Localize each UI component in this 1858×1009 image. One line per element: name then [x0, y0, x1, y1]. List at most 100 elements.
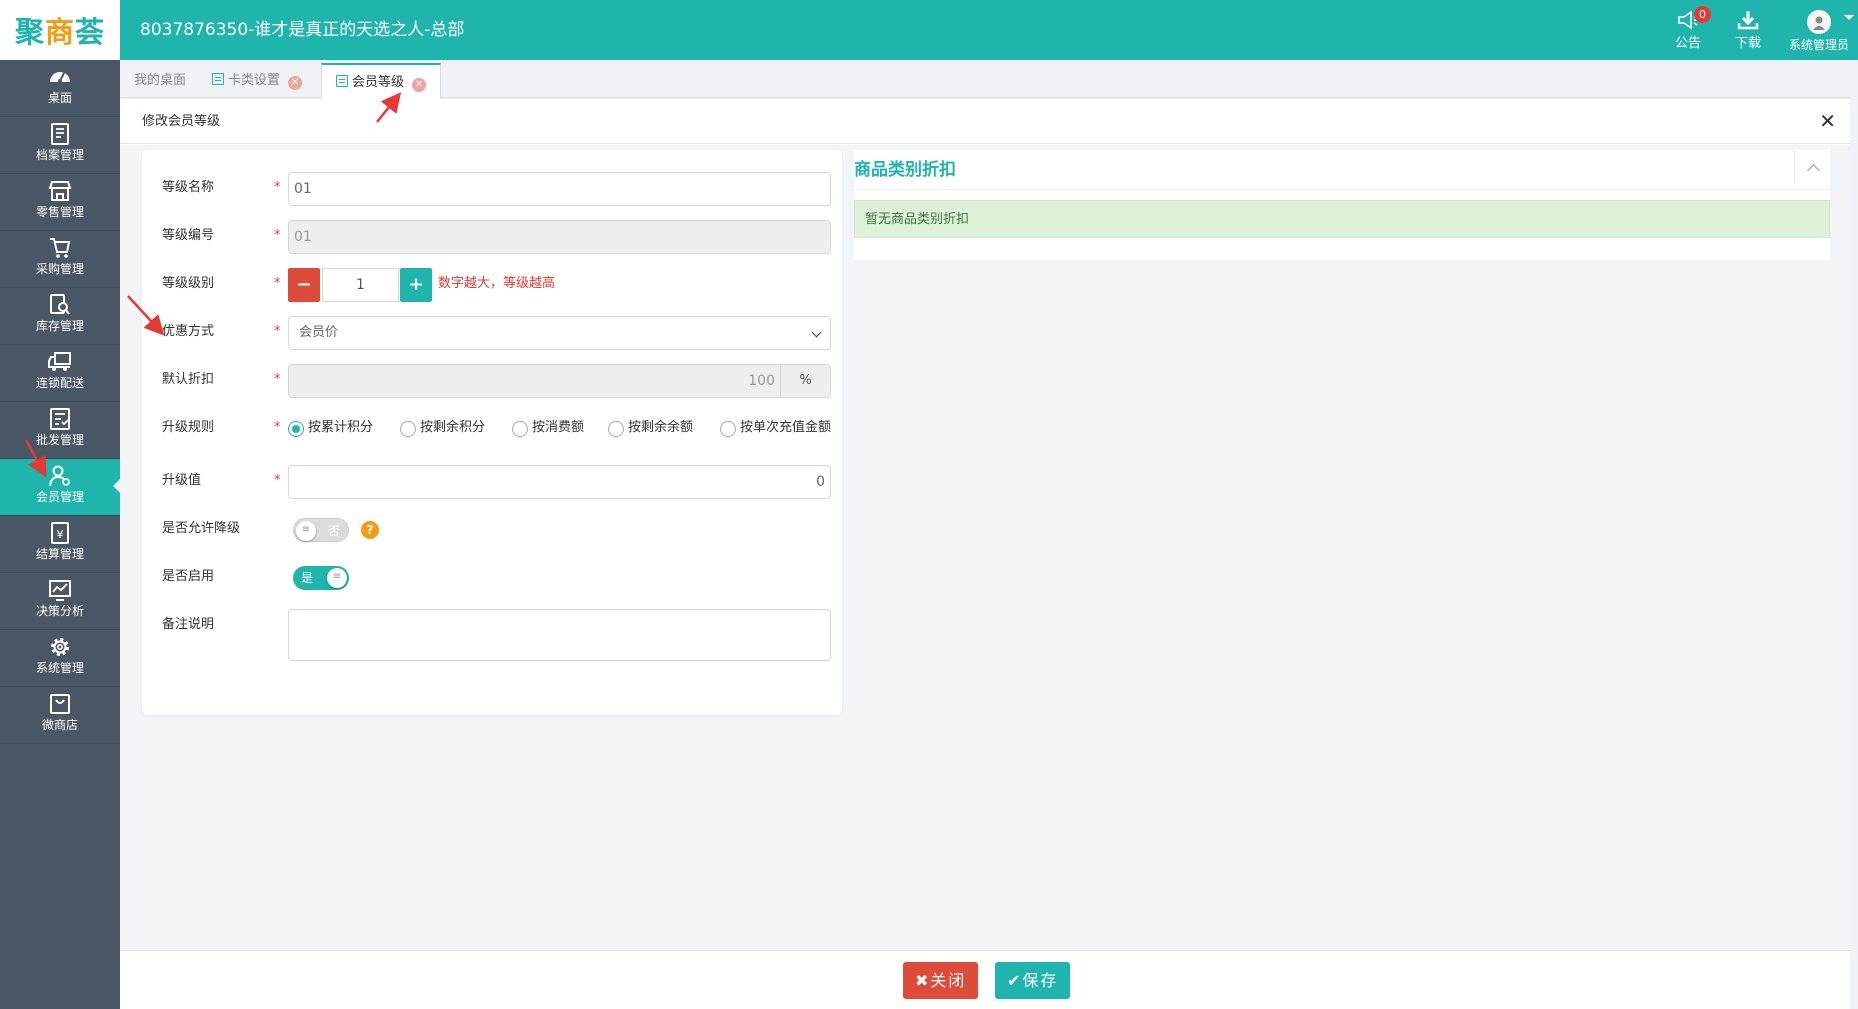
level-code-label: 等级编号: [162, 228, 215, 243]
list-icon: [336, 75, 348, 87]
close-icon[interactable]: ✕: [1819, 99, 1836, 144]
sidebar-item-system[interactable]: 系统管理: [0, 630, 120, 687]
shop-bag-icon: [50, 694, 70, 714]
sidebar-item-label: 零售管理: [35, 205, 84, 219]
sidebar-item-label: 微商店: [41, 718, 78, 732]
decrement-button[interactable]: −: [288, 268, 320, 302]
close-icon[interactable]: ✕: [412, 78, 427, 92]
row-remark: 备注说明: [142, 607, 842, 661]
row-level-name: 等级名称 * 01: [142, 170, 842, 206]
svg-text:¥: ¥: [57, 528, 64, 541]
chevron-up-icon[interactable]: [1794, 150, 1830, 184]
row-level-code: 等级编号 * 01: [142, 218, 842, 254]
sidebar-item-purchase[interactable]: 采购管理: [0, 231, 120, 288]
panel-title: 修改会员等级: [142, 114, 221, 129]
required-mark: *: [274, 420, 281, 435]
level-rank-label: 等级级别: [162, 276, 215, 291]
category-discount-title: 商品类别折扣: [854, 160, 956, 180]
archive-icon: [51, 123, 69, 145]
allow-downgrade-toggle[interactable]: ≡ 否: [293, 518, 349, 542]
level-form: 等级名称 * 01 等级编号 * 01 等级级别 * − 1 + 数字越大，等级…: [142, 150, 842, 715]
notice-button[interactable]: 0 公告: [1658, 6, 1718, 54]
notice-badge: 0: [1694, 6, 1711, 23]
row-enabled: 是否启用 是 ≡: [142, 559, 842, 595]
help-icon[interactable]: ?: [361, 521, 379, 539]
sidebar-item-label: 桌面: [47, 91, 72, 105]
close-button[interactable]: ✖关闭: [903, 962, 979, 999]
remark-textarea[interactable]: [288, 609, 831, 661]
download-button[interactable]: 下载: [1718, 8, 1778, 54]
sidebar-item-archive[interactable]: 档案管理: [0, 117, 120, 174]
tab-bar: 我的桌面 卡类设置 ✕ 会员等级 ✕: [120, 60, 1850, 99]
store-icon: [48, 181, 72, 201]
user-menu[interactable]: 系统管理员: [1784, 8, 1854, 54]
sidebar-item-label: 库存管理: [35, 319, 84, 333]
default-discount-label: 默认折扣: [162, 372, 215, 387]
discount-mode-label: 优惠方式: [162, 324, 215, 339]
inventory-search-icon: [50, 294, 70, 315]
check-icon: ✔: [1007, 971, 1023, 990]
panel-body: 等级名称 * 01 等级编号 * 01 等级级别 * − 1 + 数字越大，等级…: [120, 145, 1850, 949]
level-rank-input[interactable]: 1: [322, 268, 399, 302]
tab-card-settings[interactable]: 卡类设置 ✕: [198, 63, 316, 98]
increment-button[interactable]: +: [400, 268, 432, 302]
panel-header: 修改会员等级 ✕: [120, 99, 1850, 144]
footer-actions: ✖关闭 ✔保存: [120, 950, 1850, 1009]
level-rank-hint: 数字越大，等级越高: [438, 276, 556, 291]
tab-member-level[interactable]: 会员等级 ✕: [321, 63, 442, 99]
sidebar: 桌面 档案管理 零售管理 采购管理 库存管理 连锁配送 批发管理 会员管理 ¥ …: [0, 60, 120, 1009]
sidebar-item-member[interactable]: 会员管理: [0, 459, 120, 516]
radio-consumption[interactable]: 按消费额: [512, 410, 584, 446]
level-code-input: 01: [288, 220, 831, 254]
sidebar-item-label: 连锁配送: [35, 376, 84, 390]
close-icon[interactable]: ✕: [288, 76, 303, 90]
sidebar-item-label: 结算管理: [35, 547, 84, 561]
level-name-label: 等级名称: [162, 180, 215, 195]
logo: 聚商荟: [0, 0, 120, 60]
category-discount-empty: 暂无商品类别折扣: [854, 200, 1830, 238]
tab-my-desktop[interactable]: 我的桌面: [120, 63, 200, 98]
sidebar-item-label: 决策分析: [35, 604, 84, 618]
row-level-rank: 等级级别 * − 1 + 数字越大，等级越高: [142, 266, 842, 302]
enabled-label: 是否启用: [162, 569, 215, 584]
percent-addon: %: [780, 364, 831, 398]
sidebar-item-distribution[interactable]: 连锁配送: [0, 345, 120, 402]
row-upgrade-value: 升级值 * 0: [142, 463, 842, 499]
sidebar-item-desktop[interactable]: 桌面: [0, 60, 120, 117]
sidebar-item-analysis[interactable]: 决策分析: [0, 573, 120, 630]
radio-remaining-balance[interactable]: 按剩余余额: [608, 410, 693, 446]
enabled-toggle[interactable]: 是 ≡: [293, 566, 349, 590]
truck-icon: [48, 352, 71, 371]
gear-icon: [51, 638, 69, 656]
radio-single-recharge[interactable]: 按单次充值金额: [720, 410, 831, 446]
sidebar-item-retail[interactable]: 零售管理: [0, 174, 120, 231]
save-button[interactable]: ✔保存: [995, 962, 1071, 999]
allow-downgrade-label: 是否允许降级: [162, 521, 241, 536]
sidebar-item-label: 会员管理: [35, 490, 84, 504]
level-name-input[interactable]: 01: [288, 172, 831, 206]
radio-remaining-points[interactable]: 按剩余积分: [400, 410, 485, 446]
upgrade-rule-label: 升级规则: [162, 420, 215, 435]
upgrade-value-input[interactable]: 0: [288, 465, 831, 499]
store-title: 8037876350-谁才是真正的天选之人-总部: [140, 20, 465, 40]
row-default-discount: 默认折扣 * 100 %: [142, 362, 842, 398]
required-mark: *: [274, 473, 281, 488]
sidebar-item-wholesale[interactable]: 批发管理: [0, 402, 120, 459]
wholesale-icon: [50, 408, 70, 430]
discount-mode-select[interactable]: 会员价: [288, 316, 831, 350]
remark-label: 备注说明: [162, 617, 215, 632]
sidebar-item-label: 档案管理: [35, 148, 84, 162]
radio-cumulative-points[interactable]: 按累计积分: [288, 410, 373, 446]
sidebar-item-label: 采购管理: [35, 262, 84, 276]
row-discount-mode: 优惠方式 * 会员价: [142, 314, 842, 350]
required-mark: *: [274, 324, 281, 339]
required-mark: *: [274, 228, 281, 243]
avatar: [1807, 10, 1831, 34]
sidebar-item-microshop[interactable]: 微商店: [0, 687, 120, 744]
sidebar-item-settlement[interactable]: ¥ 结算管理: [0, 516, 120, 573]
category-discount-card: 商品类别折扣 暂无商品类别折扣: [854, 150, 1830, 260]
upgrade-value-label: 升级值: [162, 473, 202, 488]
sidebar-item-inventory[interactable]: 库存管理: [0, 288, 120, 345]
sidebar-item-label: 系统管理: [35, 661, 84, 675]
caret-down-icon: [1844, 15, 1854, 25]
